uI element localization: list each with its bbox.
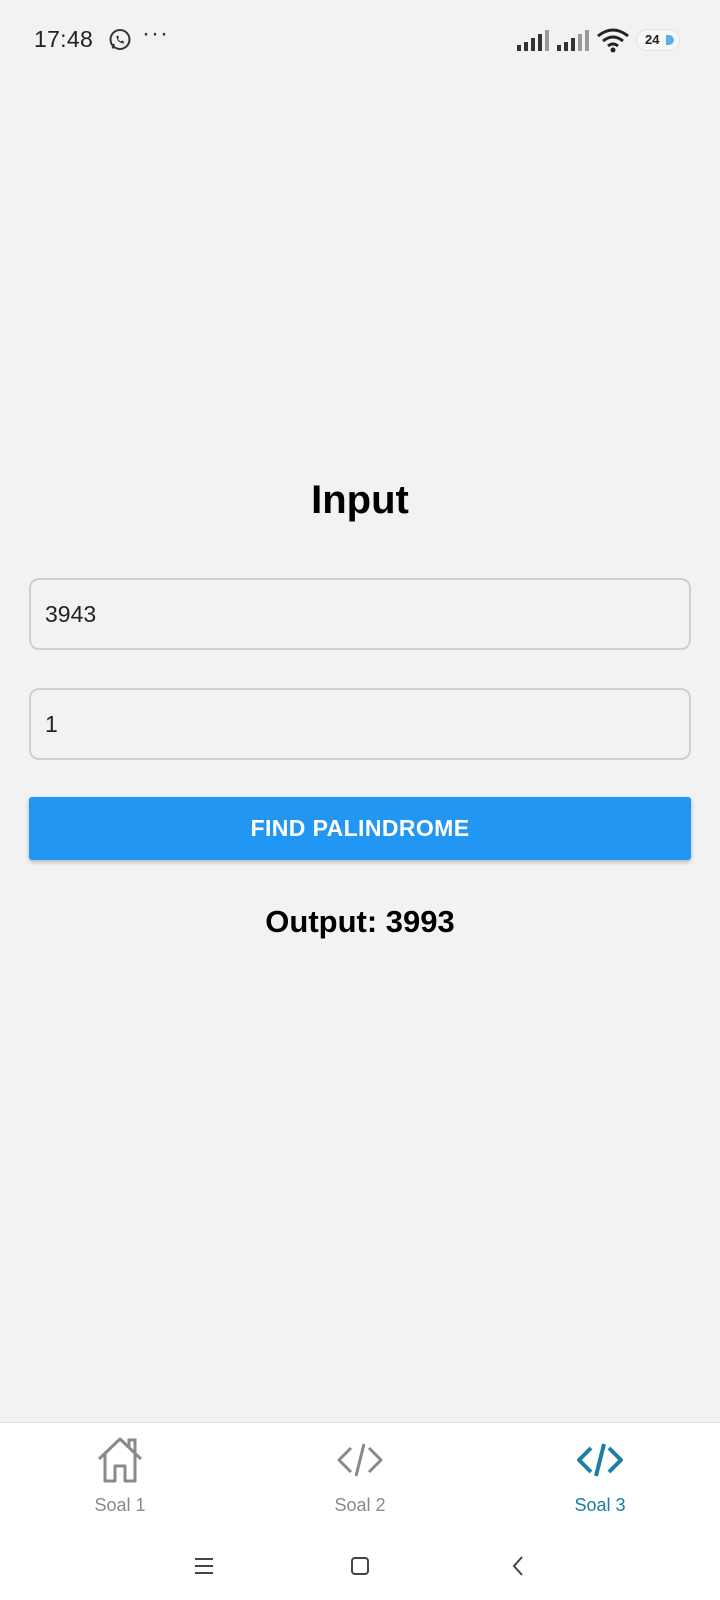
signal-icon [517,30,549,51]
status-bar: 17:48 ··· 24 [0,0,720,84]
tab-label: Soal 2 [334,1495,386,1515]
signal-icon [557,30,589,51]
more-notifications-icon: ··· [142,20,169,47]
tab-label: Soal 3 [574,1495,626,1515]
back-icon[interactable] [498,1546,538,1586]
tab-soal-3[interactable]: Soal 3 [480,1423,720,1533]
output-text: Output: 3993 [265,904,455,939]
tab-soal-2[interactable]: Soal 2 [240,1423,480,1533]
home-square-icon[interactable] [340,1546,380,1586]
tab-soal-1[interactable]: Soal 1 [0,1423,240,1533]
tab-label: Soal 1 [94,1495,146,1515]
home-icon [97,1437,143,1483]
code-icon [337,1443,383,1477]
status-time: 17:48 [34,26,94,52]
battery-fill [666,35,674,45]
find-palindrome-button[interactable]: FIND PALINDROME [29,797,691,860]
battery-level: 24 [645,32,660,47]
whatsapp-icon [109,29,131,50]
number-input[interactable] [29,578,691,650]
code-icon [577,1443,623,1477]
step-input[interactable] [29,688,691,760]
battery-icon: 24 [636,29,680,51]
page-title: Input [311,478,409,522]
menu-icon[interactable] [184,1546,224,1586]
bottom-navigation: Soal 1 Soal 2 Soal 3 [0,1422,720,1532]
wifi-icon [597,28,629,53]
system-navigation-bar [0,1532,720,1600]
